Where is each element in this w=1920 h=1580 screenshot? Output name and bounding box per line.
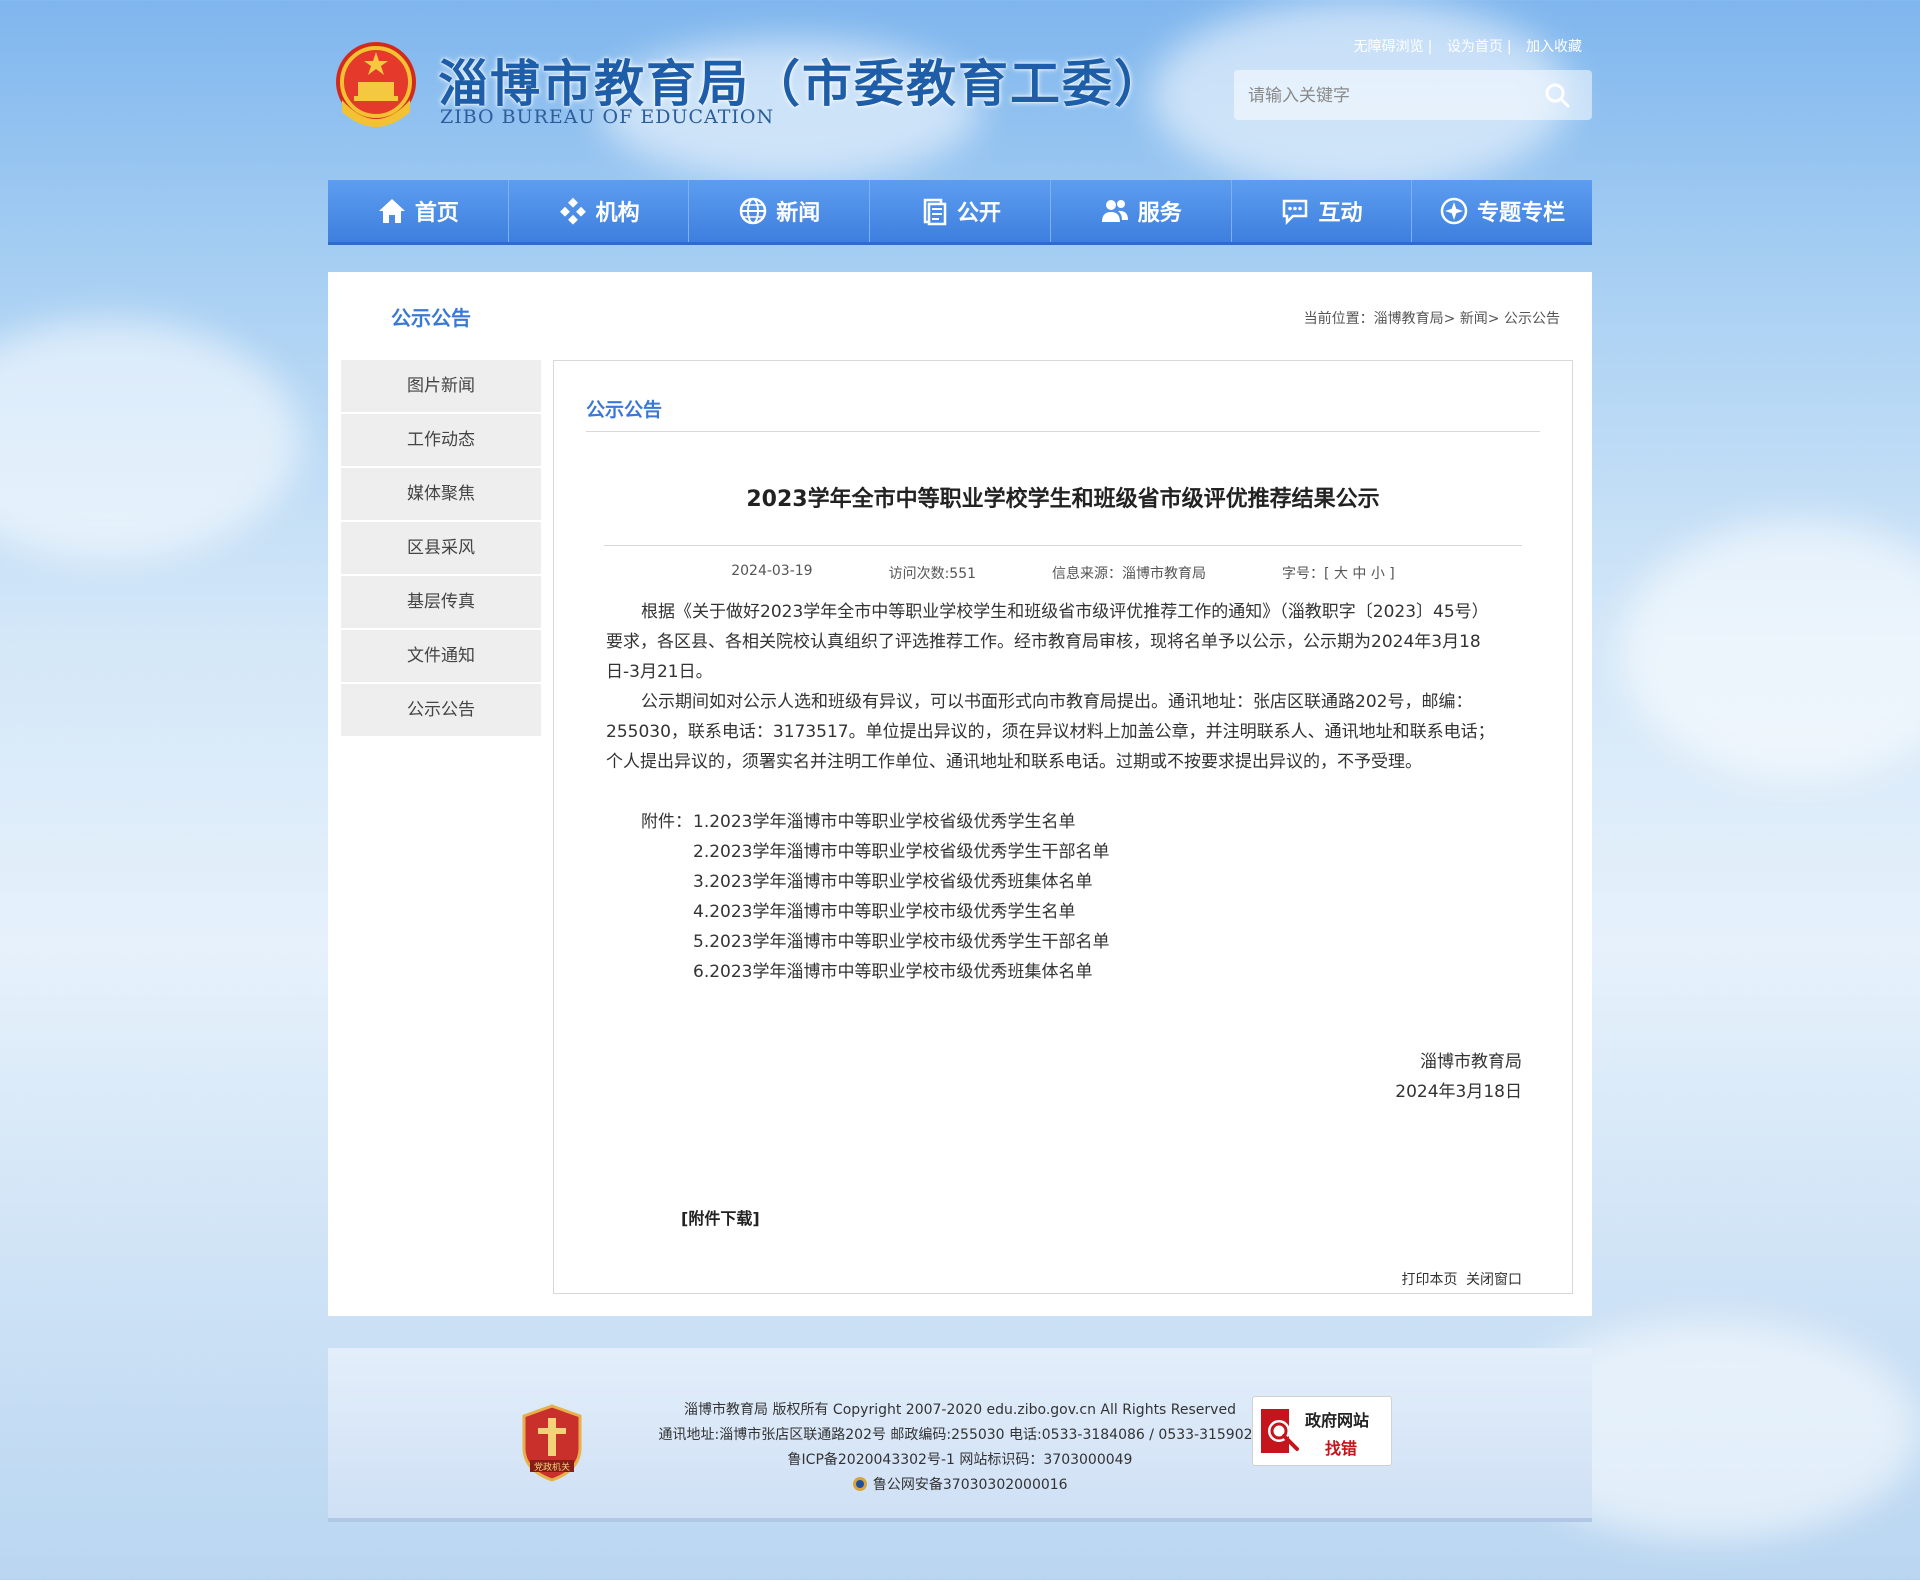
breadcrumb[interactable]: 当前位置：淄博教育局> 新闻> 公示公告 (1304, 308, 1560, 328)
nav-public[interactable]: 公开 (870, 180, 1051, 242)
chat-icon (1283, 199, 1308, 226)
users-icon (1101, 200, 1128, 222)
nav-organization[interactable]: 机构 (509, 180, 690, 242)
nav-home[interactable]: 首页 (328, 180, 509, 242)
attachment-item: 3.2023学年淄博市中等职业学校省级优秀班集体名单 (693, 872, 1093, 892)
document-icon (923, 198, 947, 226)
sidebar-item[interactable]: 图片新闻 (341, 360, 541, 414)
globe-icon (740, 197, 767, 225)
font-size-switch[interactable]: 字号：[ 大 中 小 ] (1282, 563, 1395, 583)
divider (604, 545, 1522, 546)
signature: 淄博市教育局 2024年3月18日 (1395, 1047, 1522, 1107)
close-window-link[interactable]: 关闭窗口 (1466, 1272, 1522, 1288)
nav-label: 互动 (1318, 201, 1363, 226)
site-header: 淄博市教育局（市委教育工委） ZIBO BUREAU OF EDUCATION … (328, 30, 1592, 150)
info-source: 信息来源：淄博市教育局 (1052, 566, 1207, 582)
nav-service[interactable]: 服务 (1051, 180, 1232, 242)
nav-news[interactable]: 新闻 (689, 180, 871, 242)
article-body: 根据《关于做好2023学年全市中等职业学校学生和班级省市级评优推荐工作的通知》（… (606, 597, 1502, 777)
contact-address: 通讯地址:淄博市张店区联通路202号 邮政编码:255030 电话:0533-3… (658, 1427, 1262, 1443)
article-meta: 2024-03-19 访问次数:551 信息来源：淄博市教育局 字号：[ 大 中… (554, 563, 1572, 583)
report-label: 政府网站 (1305, 1411, 1370, 1430)
accessibility-link[interactable]: 无障碍浏览 (1354, 39, 1424, 55)
content-heading: 公示公告 (586, 399, 663, 421)
section-title: 公示公告 (391, 306, 471, 330)
site-footer: 党政机关 淄博市教育局 版权所有 Copyright 2007-2020 edu… (328, 1348, 1592, 1522)
sidebar-item[interactable]: 媒体聚焦 (341, 468, 541, 522)
search-input[interactable] (1246, 70, 1530, 122)
link-separator: | (1427, 39, 1433, 55)
nav-label: 机构 (595, 201, 640, 226)
print-page-link[interactable]: 打印本页 (1402, 1272, 1458, 1288)
add-favorite-link[interactable]: 加入收藏 (1526, 39, 1582, 55)
copyright: 淄博市教育局 版权所有 Copyright 2007-2020 edu.zibo… (684, 1402, 1236, 1418)
gov-site-error-report[interactable]: 政府网站 找错 (1252, 1396, 1392, 1466)
sidebar-item[interactable]: 工作动态 (341, 414, 541, 468)
search-box (1234, 70, 1592, 122)
nav-label: 服务 (1137, 201, 1182, 226)
attachment-item: 1.2023学年淄博市中等职业学校省级优秀学生名单 (693, 812, 1076, 832)
sidebar-item[interactable]: 基层传真 (341, 576, 541, 630)
publish-date: 2024-03-19 (731, 563, 813, 579)
nav-label: 首页 (414, 201, 459, 226)
sidebar-item[interactable]: 文件通知 (341, 630, 541, 684)
article-title: 2023学年全市中等职业学校学生和班级省市级评优推荐结果公示 (746, 487, 1380, 512)
search-icon[interactable] (1544, 82, 1570, 108)
signature-date: 2024年3月18日 (1395, 1082, 1522, 1102)
nav-label: 新闻 (776, 201, 821, 226)
visit-count: 访问次数:551 (888, 566, 977, 582)
site-subtitle: ZIBO BUREAU OF EDUCATION (440, 106, 775, 128)
sidebar-item[interactable]: 区县采风 (341, 522, 541, 576)
nav-interaction[interactable]: 互动 (1232, 180, 1413, 242)
organization-icon (559, 197, 586, 225)
report-label-error: 找错 (1325, 1439, 1358, 1458)
sidebar: 图片新闻 工作动态 媒体聚焦 区县采风 基层传真 文件通知 公示公告 (341, 360, 541, 738)
footer-info: 淄博市教育局 版权所有 Copyright 2007-2020 edu.zibo… (328, 1398, 1592, 1498)
icp-record[interactable]: 鲁ICP备2020043302号-1 网站标识码：3703000049 (328, 1448, 1592, 1473)
divider (586, 431, 1540, 432)
home-icon (378, 199, 405, 223)
top-links: 无障碍浏览 | 设为首页 | 加入收藏 (1344, 36, 1582, 56)
paragraph: 公示期间如对公示人选和班级有异议，可以书面形式向市教育局提出。通讯地址：张店区联… (606, 692, 1495, 772)
cloud-decoration (1620, 520, 1920, 780)
magnifier-icon (1261, 1409, 1299, 1453)
article-panel: 公示公告 2023学年全市中等职业学校学生和班级省市级评优推荐结果公示 2024… (553, 360, 1573, 1294)
signature-org: 淄博市教育局 (1420, 1052, 1522, 1072)
cloud-decoration (0, 320, 300, 560)
sidebar-item[interactable]: 公示公告 (341, 684, 541, 738)
set-homepage-link[interactable]: 设为首页 (1447, 39, 1503, 55)
police-record-text: 鲁公网安备37030302000016 (872, 1477, 1068, 1493)
attachment-download-link[interactable]: [附件下载] (681, 1205, 760, 1229)
page-actions: 打印本页 关闭窗口 (1398, 1269, 1522, 1289)
main-nav: 首页 机构 新闻 公开 服务 互动 专题专栏 (328, 180, 1592, 245)
national-emblem-icon (336, 42, 416, 127)
attachment-item: 5.2023学年淄博市中等职业学校市级优秀学生干部名单 (693, 932, 1110, 952)
main-panel: 公示公告 当前位置：淄博教育局> 新闻> 公示公告 图片新闻 工作动态 媒体聚焦… (328, 272, 1592, 1316)
attachment-list: 附件： 1.2023学年淄博市中等职业学校省级优秀学生名单 2.2023学年淄博市… (641, 807, 1109, 987)
paragraph: 根据《关于做好2023学年全市中等职业学校学生和班级省市级评优推荐工作的通知》（… (606, 602, 1489, 682)
nav-label: 公开 (957, 201, 1002, 226)
attachment-item: 6.2023学年淄博市中等职业学校市级优秀班集体名单 (693, 962, 1093, 982)
compass-icon (1440, 197, 1468, 225)
link-separator: | (1506, 39, 1512, 55)
nav-label: 专题专栏 (1477, 201, 1566, 226)
attachment-item: 2.2023学年淄博市中等职业学校省级优秀学生干部名单 (693, 842, 1110, 862)
attachment-label: 附件： (641, 812, 692, 832)
police-record[interactable]: 鲁公网安备37030302000016 (328, 1473, 1592, 1498)
nav-special-topics[interactable]: 专题专栏 (1412, 180, 1592, 242)
attachment-item: 4.2023学年淄博市中等职业学校市级优秀学生名单 (693, 902, 1076, 922)
police-emblem-icon (853, 1477, 868, 1491)
